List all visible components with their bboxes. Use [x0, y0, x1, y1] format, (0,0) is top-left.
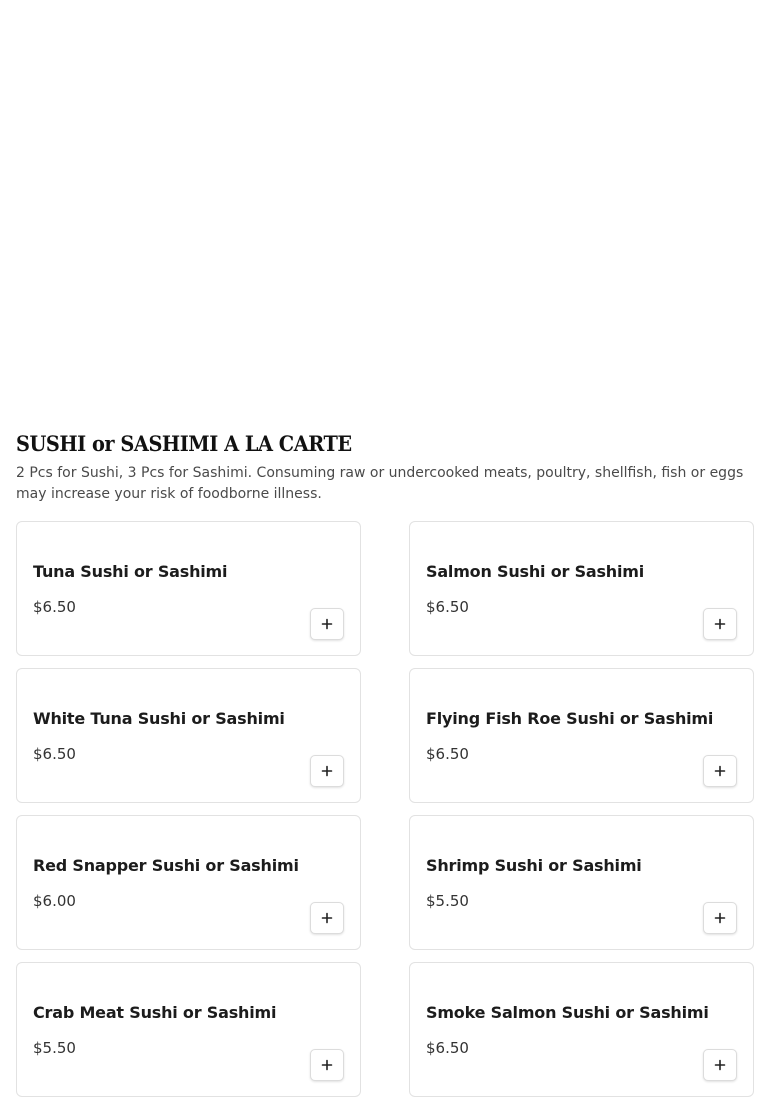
section-title: SUSHI or SASHIMI A LA CARTE: [16, 431, 352, 456]
item-price: $5.50: [426, 892, 469, 910]
item-price: $6.50: [33, 745, 76, 763]
plus-icon: [714, 912, 726, 924]
plus-icon: [714, 618, 726, 630]
item-price: $6.50: [426, 598, 469, 616]
menu-item-card[interactable]: Shrimp Sushi or Sashimi $5.50: [409, 815, 754, 950]
menu-section: SUSHI or SASHIMI A LA CARTE 2 Pcs for Su…: [16, 430, 754, 1097]
item-name: Salmon Sushi or Sashimi: [426, 562, 645, 581]
add-item-button[interactable]: [310, 1049, 344, 1081]
item-name: Shrimp Sushi or Sashimi: [426, 856, 642, 875]
plus-icon: [321, 765, 333, 777]
menu-item-card[interactable]: Red Snapper Sushi or Sashimi $6.00: [16, 815, 361, 950]
add-item-button[interactable]: [310, 902, 344, 934]
item-price: $6.00: [33, 892, 76, 910]
item-name: Flying Fish Roe Sushi or Sashimi: [426, 709, 714, 728]
item-name: White Tuna Sushi or Sashimi: [33, 709, 285, 728]
item-name: Red Snapper Sushi or Sashimi: [33, 856, 299, 875]
add-item-button[interactable]: [310, 608, 344, 640]
add-item-button[interactable]: [703, 902, 737, 934]
plus-icon: [714, 765, 726, 777]
plus-icon: [321, 912, 333, 924]
add-item-button[interactable]: [703, 755, 737, 787]
menu-item-card[interactable]: Smoke Salmon Sushi or Sashimi $6.50: [409, 962, 754, 1097]
item-price: $6.50: [426, 745, 469, 763]
section-description: 2 Pcs for Sushi, 3 Pcs for Sashimi. Cons…: [16, 465, 744, 502]
item-name: Smoke Salmon Sushi or Sashimi: [426, 1003, 709, 1022]
add-item-button[interactable]: [310, 755, 344, 787]
add-item-button[interactable]: [703, 608, 737, 640]
menu-item-grid: Tuna Sushi or Sashimi $6.50 Salmon Sushi…: [16, 521, 754, 1097]
menu-item-card[interactable]: White Tuna Sushi or Sashimi $6.50: [16, 668, 361, 803]
plus-icon: [321, 618, 333, 630]
plus-icon: [321, 1059, 333, 1071]
menu-item-card[interactable]: Flying Fish Roe Sushi or Sashimi $6.50: [409, 668, 754, 803]
menu-item-card[interactable]: Tuna Sushi or Sashimi $6.50: [16, 521, 361, 656]
item-name: Tuna Sushi or Sashimi: [33, 562, 228, 581]
item-name: Crab Meat Sushi or Sashimi: [33, 1003, 277, 1022]
item-price: $5.50: [33, 1039, 76, 1057]
item-price: $6.50: [426, 1039, 469, 1057]
menu-item-card[interactable]: Salmon Sushi or Sashimi $6.50: [409, 521, 754, 656]
plus-icon: [714, 1059, 726, 1071]
add-item-button[interactable]: [703, 1049, 737, 1081]
menu-item-card[interactable]: Crab Meat Sushi or Sashimi $5.50: [16, 962, 361, 1097]
item-price: $6.50: [33, 598, 76, 616]
